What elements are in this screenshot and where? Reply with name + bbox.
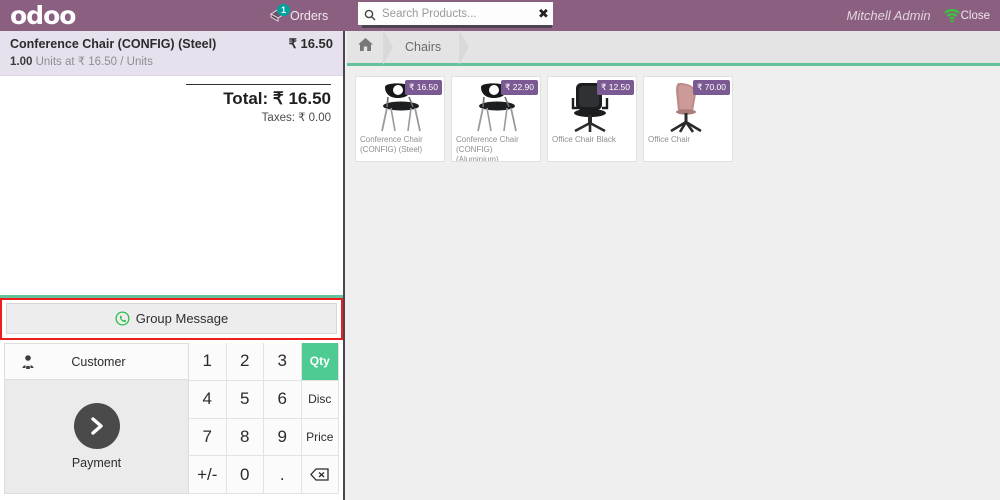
breadcrumb: Chairs [347, 29, 1000, 66]
orders-button[interactable]: 1 Orders [270, 4, 348, 23]
pos-screen: odoo 1 Orders ✖ [0, 0, 1000, 500]
whatsapp-icon [115, 311, 130, 326]
order-total: Total: ₹ 16.50 [223, 89, 331, 108]
breadcrumb-item-chairs[interactable]: Chairs [393, 30, 459, 65]
group-message-button[interactable]: Group Message [6, 303, 337, 334]
numpad-key-2[interactable]: 2 [226, 343, 264, 381]
group-message-highlight: Group Message [0, 298, 343, 340]
product-name: Conference Chair (CONFIG) (Aluminium) [456, 135, 519, 162]
product-name: Office Chair Black [552, 135, 616, 144]
numpad-backspace-icon[interactable] [301, 456, 339, 494]
numpad-key-8[interactable]: 8 [226, 418, 264, 457]
action-pad: Customer Payment 1 2 3 Qty 4 5 6 Disc 7 8 9 Price +/… [0, 340, 343, 500]
top-bar: odoo 1 Orders ✖ [0, 0, 1000, 31]
search-box[interactable]: ✖ [358, 2, 553, 25]
product-name: Office Chair [648, 135, 691, 144]
search-underline [362, 25, 552, 28]
product-card[interactable]: ₹ 12.50 Office Chair Black [547, 76, 637, 162]
product-price-badge: ₹ 22.90 [500, 80, 538, 95]
orderline-detail: 1.00 Units at ₹ 16.50 / Units [10, 52, 333, 68]
orders-count-badge: 1 [277, 4, 291, 16]
user-icon [21, 354, 35, 369]
product-card[interactable]: ₹ 16.50 Conference Chair (CONFIG) (Steel) [355, 76, 445, 162]
close-icon[interactable]: ✖ [536, 7, 551, 20]
customer-label: Customer [71, 354, 126, 369]
numpad-key-price[interactable]: Price [301, 418, 339, 457]
numpad-key-1[interactable]: 1 [189, 343, 227, 381]
numpad-key-4[interactable]: 4 [189, 380, 227, 419]
payment-button[interactable]: Payment [5, 380, 188, 493]
user-name: Mitchell Admin [846, 8, 931, 23]
payment-label: Payment [71, 456, 122, 470]
numpad-key-qty[interactable]: Qty [301, 343, 339, 381]
orders-label: Orders [290, 8, 329, 23]
breadcrumb-home[interactable] [347, 30, 383, 65]
orderline-qty: 1.00 [10, 56, 33, 68]
brand-logo-zone[interactable]: odoo [0, 0, 270, 31]
close-button[interactable]: Close [961, 10, 1000, 22]
product-price-badge: ₹ 70.00 [692, 80, 730, 95]
product-price-badge: ₹ 12.50 [596, 80, 634, 95]
pad-left-column: Customer Payment [4, 343, 189, 494]
breadcrumb-separator-2 [459, 29, 470, 65]
product-grid: ₹ 16.50 Conference Chair (CONFIG) (Steel)… [347, 66, 1000, 172]
numpad-key-0[interactable]: 0 [226, 456, 264, 494]
product-name: Conference Chair (CONFIG) (Steel) [360, 135, 423, 154]
odoo-logo: odoo [10, 1, 76, 30]
order-taxes: Taxes: ₹ 0.00 [261, 112, 331, 124]
search-area: ✖ [348, 0, 553, 31]
group-message-label: Group Message [135, 311, 229, 326]
product-price-badge: ₹ 16.50 [404, 80, 442, 95]
search-input[interactable] [376, 7, 536, 20]
numpad-key-[interactable]: . [264, 456, 302, 494]
order-totals: Total: ₹ 16.50 Taxes: ₹ 0.00 [0, 76, 343, 124]
numpad-key-6[interactable]: 6 [264, 380, 302, 419]
numpad-key-3[interactable]: 3 [264, 343, 302, 381]
orderlines-list: Conference Chair (CONFIG) (Steel) ₹ 16.5… [0, 31, 343, 295]
orderline-price: ₹ 16.50 [288, 36, 333, 51]
numpad-key-9[interactable]: 9 [264, 418, 302, 457]
home-icon [357, 37, 374, 57]
product-card[interactable]: ₹ 22.90 Conference Chair (CONFIG) (Alumin… [451, 76, 541, 162]
orderline-top: Conference Chair (CONFIG) (Steel) ₹ 16.5… [10, 36, 333, 52]
orderline-unit-text: Units at ₹ 16.50 / Units [35, 56, 153, 68]
orderline-product-name: Conference Chair (CONFIG) (Steel) [10, 37, 217, 51]
numpad: 1 2 3 Qty 4 5 6 Disc 7 8 9 Price +/- 0. [189, 343, 339, 494]
product-panel: Chairs ₹ 16.50 Conference Chair (CONFIG) … [347, 29, 1000, 500]
numpad-key-7[interactable]: 7 [189, 418, 227, 457]
chevron-right-icon [73, 403, 120, 449]
order-panel: Conference Chair (CONFIG) (Steel) ₹ 16.5… [0, 31, 345, 500]
numpad-key-[interactable]: +/- [189, 456, 227, 494]
totals-divider [186, 84, 331, 85]
orderline-row[interactable]: Conference Chair (CONFIG) (Steel) ₹ 16.5… [0, 31, 343, 76]
product-card[interactable]: ₹ 70.00 Office Chair [643, 76, 733, 162]
search-icon [364, 8, 376, 20]
wifi-icon [943, 8, 961, 23]
numpad-key-5[interactable]: 5 [226, 380, 264, 419]
breadcrumb-separator [383, 29, 393, 65]
customer-button[interactable]: Customer [5, 344, 188, 380]
numpad-key-disc[interactable]: Disc [301, 380, 339, 419]
